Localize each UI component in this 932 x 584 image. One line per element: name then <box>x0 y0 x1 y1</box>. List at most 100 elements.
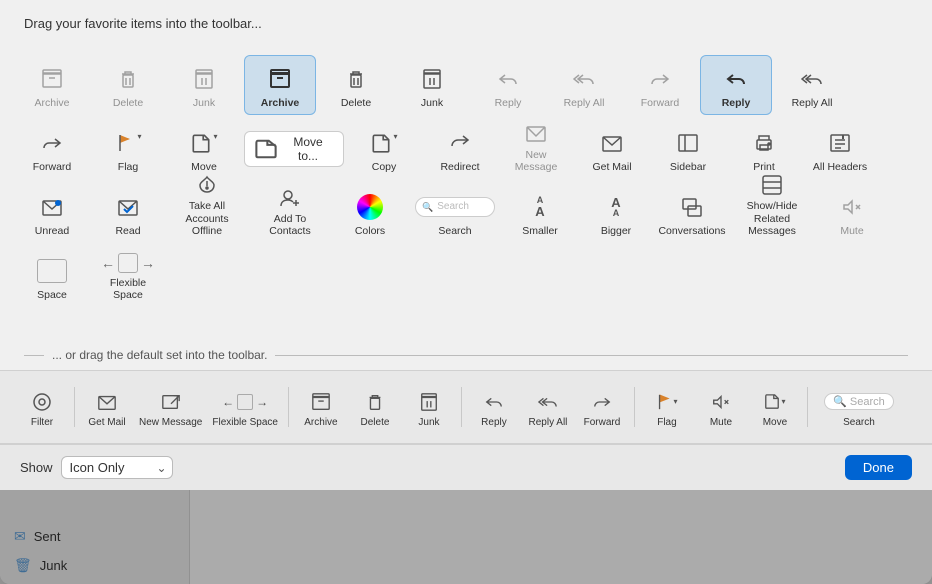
smaller-icon: A A <box>535 193 544 221</box>
tool-takeall[interactable]: Take All Accounts Offline <box>190 183 246 243</box>
tool-label: Search <box>438 225 471 238</box>
delete-icon <box>345 65 367 93</box>
modal-footer: Show Icon Only Icon and Text Text Only D… <box>190 444 932 490</box>
default-tool-junk[interactable]: Junk <box>403 383 455 432</box>
tool-moveto[interactable]: Move to... <box>244 131 344 167</box>
tool-move[interactable]: ▾ Move <box>190 119 240 179</box>
tool-print[interactable]: Print <box>728 119 800 179</box>
tool-replyall[interactable]: Reply All <box>776 55 848 115</box>
replyall-d-icon <box>538 389 558 415</box>
conversations-icon <box>681 193 703 221</box>
print-icon <box>753 129 775 157</box>
moveto-icon <box>255 138 277 160</box>
vsep5 <box>807 387 808 427</box>
tool-label: New Message <box>505 149 567 174</box>
tool-junk-dimmed[interactable]: Junk <box>190 55 240 115</box>
default-tool-flag[interactable]: ▾ Flag <box>641 383 693 432</box>
tool-showhide[interactable]: Show/Hide Related Messages <box>732 183 812 243</box>
default-tool-move[interactable]: ▾ Move <box>749 383 801 432</box>
archive-d-icon <box>311 389 331 415</box>
tool-label: Move <box>191 161 217 174</box>
tool-label: Copy <box>372 161 397 174</box>
tool-reply-dimmed[interactable]: Reply <box>472 55 544 115</box>
addcontacts-icon <box>279 187 301 209</box>
junk-d-icon <box>419 389 439 415</box>
tool-label: Search <box>843 417 875 428</box>
tool-label: Show/Hide Related Messages <box>737 200 807 238</box>
default-tool-forward[interactable]: Forward <box>576 383 628 432</box>
tool-addcontacts[interactable]: Add To Contacts <box>250 183 330 243</box>
tool-label: Reply All <box>529 417 568 428</box>
tool-reply-bold[interactable]: Reply <box>700 55 772 115</box>
default-tool-search[interactable]: 🔍Search Search <box>814 383 904 432</box>
tool-label: Delete <box>361 417 390 428</box>
tool-redirect[interactable]: Redirect <box>424 119 496 179</box>
tool-smaller[interactable]: A A Smaller <box>504 183 576 243</box>
tool-label: Take All Accounts Offline <box>190 200 241 238</box>
forward-dimmed-icon <box>649 65 671 93</box>
tool-replyall-dimmed[interactable]: Reply All <box>548 55 620 115</box>
showhide-icon <box>761 174 783 196</box>
tool-forward-dimmed[interactable]: Forward <box>624 55 696 115</box>
tool-label: Forward <box>641 97 680 110</box>
tool-label: Reply <box>481 417 507 428</box>
vsep2 <box>288 387 289 427</box>
tool-label: Print <box>753 161 775 174</box>
main-content: ✉ Sent 🗑 Junk Drag your favorite items i… <box>0 52 932 584</box>
getmail-icon <box>601 129 623 157</box>
tool-label: All Headers <box>813 161 867 174</box>
tool-label: Bigger <box>601 225 631 238</box>
move-icon: ▾ <box>190 129 217 157</box>
default-tool-archive[interactable]: Archive <box>295 383 347 432</box>
junk-icon <box>421 65 443 93</box>
default-tool-reply[interactable]: Reply <box>468 383 520 432</box>
tool-label: Redirect <box>440 161 479 174</box>
newmessage-icon <box>525 123 547 145</box>
default-toolbar: Filter Get Mail <box>190 370 932 444</box>
default-tool-flexspace[interactable]: ←→ Flexible Space <box>208 383 282 432</box>
allheaders-icon <box>829 129 851 157</box>
tool-label: Move <box>763 417 787 428</box>
reply-dimmed-icon <box>497 65 519 93</box>
tool-sidebar[interactable]: Sidebar <box>652 119 724 179</box>
tool-allheaders[interactable]: All Headers <box>804 119 876 179</box>
tool-colors[interactable]: Colors <box>334 183 406 243</box>
tool-label: Flag <box>657 417 676 428</box>
default-tool-delete[interactable]: Delete <box>349 383 401 432</box>
tool-label: Sidebar <box>670 161 706 174</box>
tool-label: Forward <box>584 417 621 428</box>
replyall-dimmed-icon <box>573 65 595 93</box>
default-tool-replyall[interactable]: Reply All <box>522 383 574 432</box>
tool-search[interactable]: 🔍 Search Search <box>410 183 500 243</box>
done-button[interactable]: Done <box>845 455 912 480</box>
tool-copy[interactable]: ▾ Copy <box>348 119 420 179</box>
default-tool-mute[interactable]: Mute <box>695 383 747 432</box>
tool-label: New Message <box>190 417 202 428</box>
modal-overlay: Drag your favorite items into the toolba… <box>190 52 932 584</box>
tool-label: Delete <box>341 97 371 110</box>
search-d-icon: 🔍Search <box>824 389 894 415</box>
tool-label: Move to... <box>283 135 333 164</box>
tool-bigger[interactable]: A A Bigger <box>580 183 652 243</box>
tool-label: Conversations <box>658 225 725 238</box>
mute-icon <box>841 193 863 221</box>
tool-conversations[interactable]: Conversations <box>656 183 728 243</box>
drag-hint-bottom: ... or drag the default set into the too… <box>190 340 932 370</box>
reply-bold-icon <box>725 65 747 93</box>
tool-delete[interactable]: Delete <box>320 55 392 115</box>
delete-d-icon <box>365 389 385 415</box>
mail-window: Inbox — iCloud 32 messages, 1 unread 🗒 📥… <box>0 0 932 584</box>
tool-mute[interactable]: Mute <box>816 183 888 243</box>
customize-modal: Drag your favorite items into the toolba… <box>190 52 932 490</box>
tool-newmessage[interactable]: New Message <box>500 119 572 179</box>
tool-getmail[interactable]: Get Mail <box>576 119 648 179</box>
tools-grid: Archive Delete Junk <box>190 52 932 340</box>
default-tool-newmessage[interactable]: New Message <box>190 383 206 432</box>
redirect-icon <box>449 129 471 157</box>
tool-label: Get Mail <box>592 161 631 174</box>
tool-label: Reply All <box>792 97 833 110</box>
tool-label: Colors <box>355 225 385 238</box>
tool-junk[interactable]: Junk <box>396 55 468 115</box>
tool-archive-bold[interactable]: Archive <box>244 55 316 115</box>
vsep4 <box>634 387 635 427</box>
